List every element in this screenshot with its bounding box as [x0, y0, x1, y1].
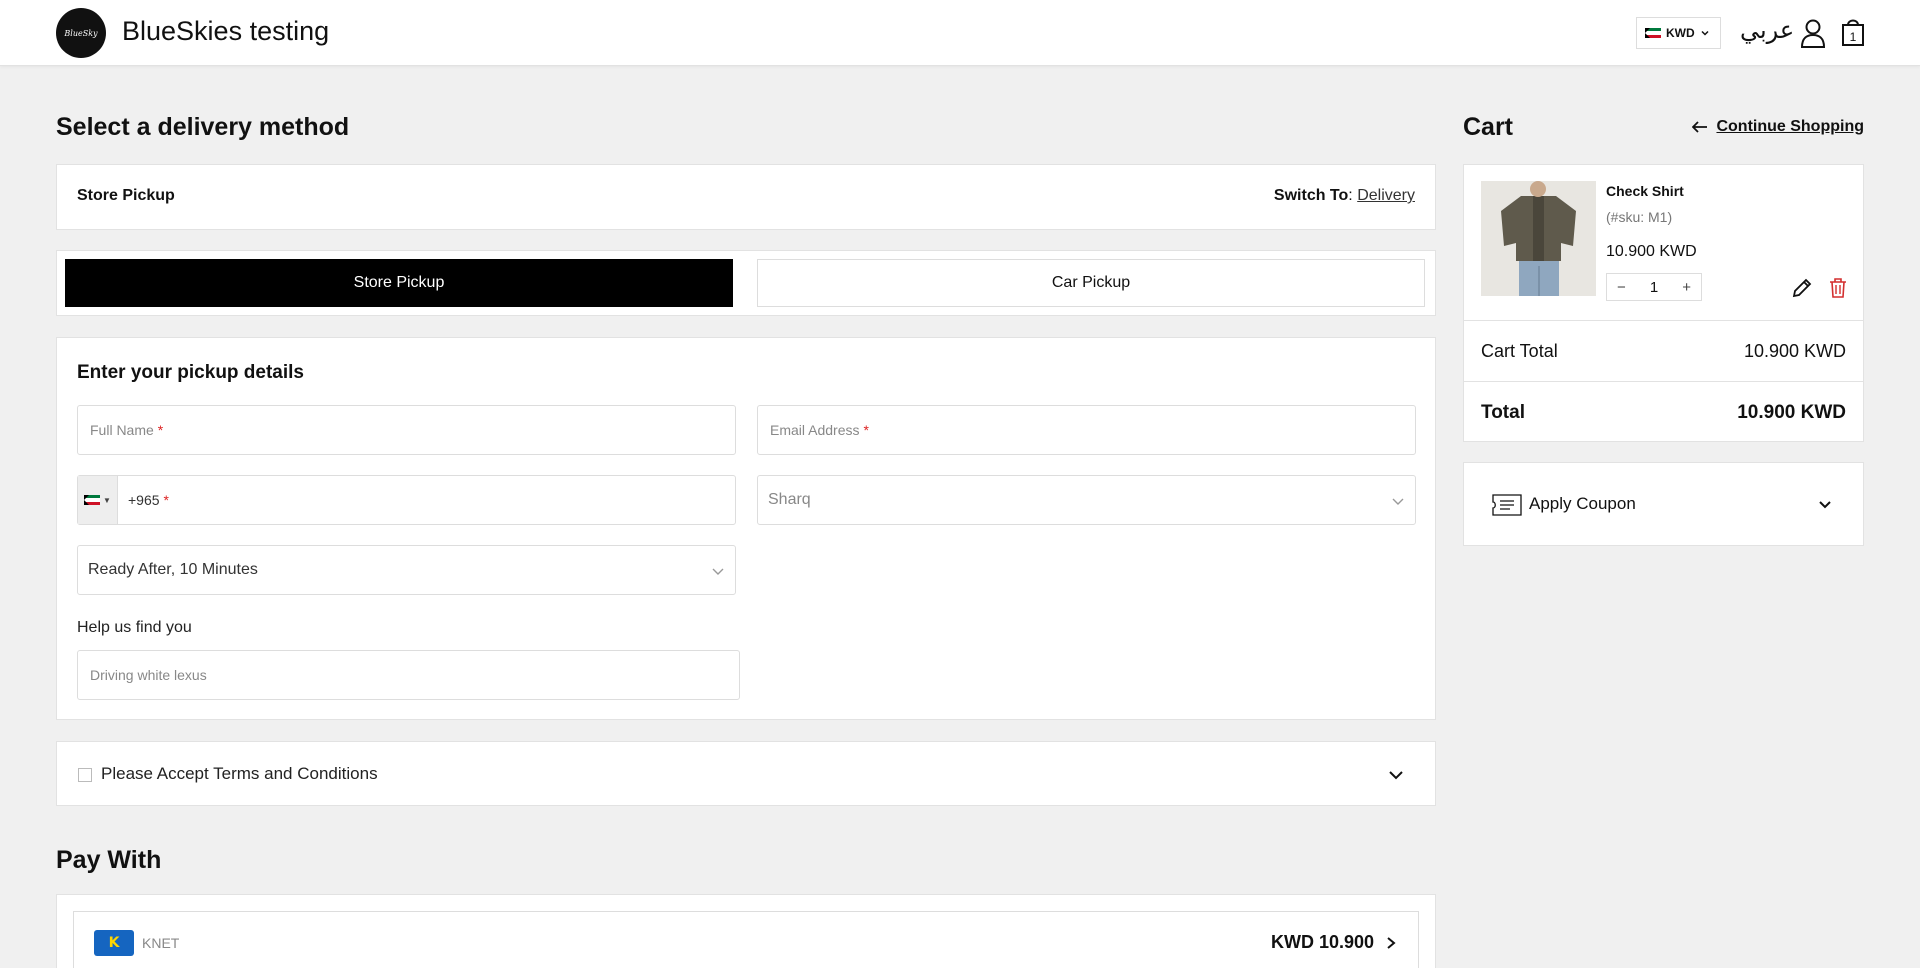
ready-time-value: Ready After, 10 Minutes	[88, 561, 258, 578]
cart-heading: Cart	[1463, 113, 1514, 141]
pickup-type-tabs: Store Pickup Car Pickup	[56, 250, 1436, 316]
required-mark: *	[863, 422, 869, 438]
coupon-ticket-icon	[1492, 494, 1522, 516]
delivery-heading: Select a delivery method	[56, 113, 350, 141]
terms-checkbox[interactable]	[78, 768, 92, 782]
currency-selector[interactable]: KWD	[1636, 17, 1721, 49]
chevron-down-icon	[712, 568, 724, 575]
caret-down-icon: ▼	[103, 495, 111, 505]
tab-car-pickup[interactable]: Car Pickup	[757, 259, 1425, 307]
store-name[interactable]: BlueSkies testing	[122, 16, 329, 47]
tab-store-pickup[interactable]: Store Pickup	[65, 259, 733, 307]
divider	[1464, 381, 1863, 382]
phone-code: +965	[128, 492, 160, 508]
chevron-down-icon[interactable]	[1817, 497, 1833, 513]
switch-label: Switch To	[1273, 187, 1349, 204]
pay-with-heading: Pay With	[56, 846, 162, 874]
cart-total-value: 10.900 KWD	[1743, 341, 1846, 361]
help-find-label: Help us find you	[77, 619, 192, 636]
area-select[interactable]: Sharq	[757, 475, 1416, 525]
delivery-method-title: Store Pickup	[77, 187, 175, 204]
area-value: Sharq	[768, 491, 811, 508]
apply-coupon-label[interactable]: Apply Coupon	[1529, 494, 1636, 514]
user-account-icon[interactable]	[1800, 18, 1826, 48]
delete-trash-icon[interactable]	[1827, 277, 1849, 299]
product-sku: (#sku: M1)	[1606, 209, 1673, 225]
chevron-down-icon	[1701, 30, 1709, 36]
store-logo[interactable]: BlueSky	[56, 8, 106, 58]
kuwait-flag-icon	[1645, 28, 1661, 38]
site-header: BlueSky BlueSkies testing KWD عربي 1	[0, 0, 1920, 66]
divider	[1464, 320, 1863, 321]
kuwait-flag-icon	[84, 495, 101, 505]
full-name-placeholder: Full Name	[90, 422, 154, 438]
required-mark: *	[157, 422, 164, 438]
email-field[interactable]: Email Address *	[757, 405, 1416, 455]
phone-field[interactable]: ▼ +965 *	[77, 475, 736, 525]
total-label: Total	[1481, 402, 1525, 423]
delivery-method-card: Store Pickup Switch To: Delivery	[56, 164, 1436, 230]
quantity-stepper: − 1 +	[1606, 273, 1702, 301]
email-placeholder: Email Address	[770, 422, 860, 438]
product-price: 10.900 KWD	[1606, 243, 1697, 260]
language-switch[interactable]: عربي	[1740, 16, 1794, 44]
total-value: 10.900 KWD	[1737, 402, 1846, 423]
shopping-bag-icon[interactable]: 1	[1841, 17, 1865, 47]
payment-method-name: KNET	[142, 935, 180, 951]
terms-label[interactable]: Please Accept Terms and Conditions	[101, 764, 378, 784]
product-name[interactable]: Check Shirt	[1606, 183, 1684, 199]
shirt-photo-icon	[1481, 181, 1596, 296]
cart-count: 1	[1850, 30, 1857, 44]
continue-shopping-label: Continue Shopping	[1716, 118, 1864, 135]
help-find-placeholder: Driving white lexus	[90, 667, 207, 683]
currency-label: KWD	[1666, 26, 1695, 40]
cart-total-label: Cart Total	[1481, 341, 1558, 361]
help-find-input[interactable]: Driving white lexus	[77, 650, 740, 700]
payment-amount: KWD 10.900	[1270, 932, 1374, 952]
cart-summary-card: Check Shirt (#sku: M1) 10.900 KWD − 1 + …	[1463, 164, 1864, 442]
product-image[interactable]	[1481, 181, 1596, 296]
pickup-details-card: Enter your pickup details Full Name * Ema…	[56, 337, 1436, 720]
chevron-down-icon[interactable]	[1387, 766, 1405, 784]
payment-card: K KNET KWD 10.900	[56, 894, 1436, 968]
pickup-details-title: Enter your pickup details	[77, 362, 304, 383]
ready-time-select[interactable]: Ready After, 10 Minutes	[77, 545, 736, 595]
quantity-value: 1	[1649, 278, 1659, 296]
switch-colon: :	[1348, 187, 1353, 204]
arrow-left-icon	[1692, 121, 1708, 133]
chevron-right-icon	[1387, 937, 1396, 949]
terms-card[interactable]: Please Accept Terms and Conditions	[56, 741, 1436, 806]
switch-method: Switch To: Delivery	[1274, 187, 1415, 205]
logo-text: BlueSky	[64, 28, 98, 38]
increase-quantity-button[interactable]: +	[1682, 279, 1691, 296]
payment-option-knet[interactable]: K KNET KWD 10.900	[73, 911, 1419, 968]
decrease-quantity-button[interactable]: −	[1617, 279, 1626, 296]
continue-shopping-link[interactable]: Continue Shopping	[1692, 118, 1864, 136]
full-name-field[interactable]: Full Name *	[77, 405, 736, 455]
edit-pencil-icon[interactable]	[1791, 277, 1813, 299]
coupon-card[interactable]: Apply Coupon	[1463, 462, 1864, 546]
required-mark: *	[163, 492, 169, 508]
country-code-selector[interactable]: ▼	[78, 476, 118, 524]
chevron-down-icon	[1392, 498, 1404, 505]
switch-to-delivery-link[interactable]: Delivery	[1357, 187, 1415, 204]
knet-logo: K	[94, 930, 134, 956]
